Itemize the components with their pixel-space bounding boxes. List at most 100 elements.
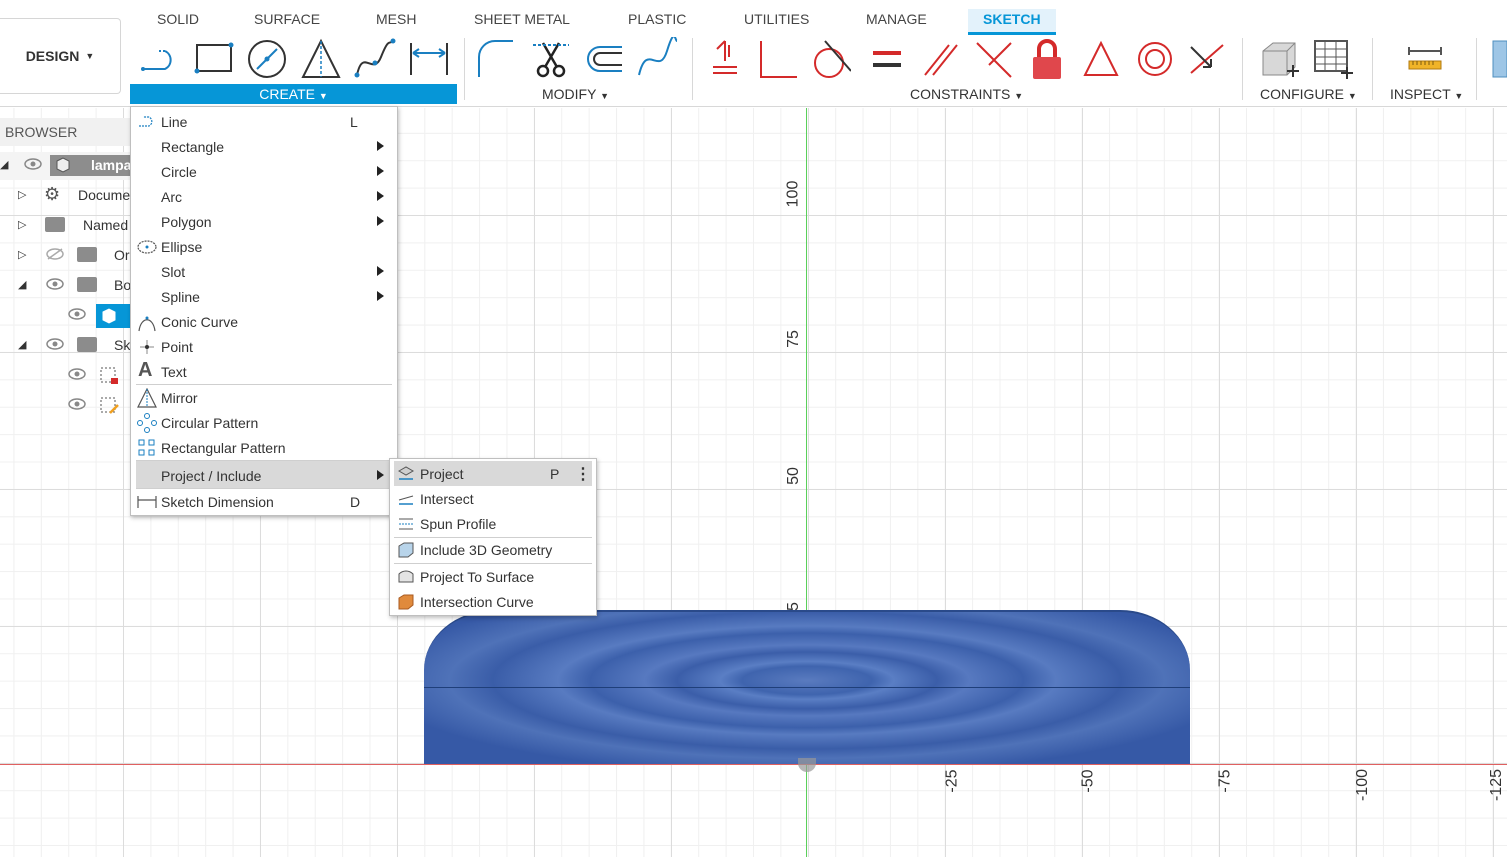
menu-item-spun-profile[interactable]: Spun Profile: [390, 511, 596, 536]
fillet-tool-icon[interactable]: [472, 36, 518, 82]
browser-row-sketch-2[interactable]: [0, 392, 131, 420]
concentric-constraint-icon[interactable]: [1132, 36, 1178, 82]
menu-item-arc[interactable]: Arc: [131, 184, 397, 209]
constraints-label: CONSTRAINTS: [910, 86, 1011, 102]
configure-group-button[interactable]: CONFIGURE ▼: [1260, 86, 1357, 102]
inspect-group-button[interactable]: INSPECT ▼: [1390, 86, 1463, 102]
circle-tool-icon[interactable]: [244, 36, 290, 82]
toolbar-divider: [1476, 38, 1477, 100]
parallel-constraint-icon[interactable]: [918, 36, 964, 82]
fix-constraint-icon[interactable]: [1024, 36, 1070, 82]
menu-item-circle[interactable]: Circle: [131, 159, 397, 184]
sketch-line[interactable]: [424, 687, 1190, 688]
modify-group-button[interactable]: MODIFY ▼: [542, 86, 609, 102]
tab-plastic[interactable]: PLASTIC: [628, 11, 686, 27]
triangle-constraint-icon[interactable]: [1078, 36, 1124, 82]
fusion-app: DESIGN ▼ SOLID SURFACE MESH SHEET METAL …: [0, 0, 1507, 857]
eye-hidden-icon[interactable]: [46, 248, 64, 260]
point-icon: [140, 340, 154, 354]
tangent-constraint-icon[interactable]: [806, 36, 852, 82]
eye-icon[interactable]: [46, 338, 64, 350]
create-group-button[interactable]: CREATE ▼: [130, 84, 457, 104]
intersection-curve-icon: [398, 594, 414, 610]
tab-solid[interactable]: SOLID: [157, 11, 199, 27]
tab-surface[interactable]: SURFACE: [254, 11, 320, 27]
shortcut-label: P: [550, 466, 560, 482]
folder-icon: [77, 337, 97, 352]
submenu-arrow-icon: [377, 470, 384, 480]
tab-mesh[interactable]: MESH: [376, 11, 416, 27]
expand-arrow-icon[interactable]: ▷: [18, 218, 26, 231]
eye-icon[interactable]: [46, 278, 64, 290]
browser-row-origin[interactable]: ▷ Or: [0, 242, 131, 270]
symmetry-constraint-icon[interactable]: [1184, 36, 1230, 82]
menu-item-project-to-surface[interactable]: Project To Surface: [390, 564, 596, 589]
browser-row-sketch-1[interactable]: [0, 362, 131, 390]
change-parameters-icon[interactable]: [1256, 36, 1302, 82]
rectangle-tool-icon[interactable]: [192, 36, 238, 82]
menu-item-text[interactable]: A Text: [131, 359, 397, 384]
offset-tool-icon[interactable]: [580, 36, 626, 82]
browser-row-bodies[interactable]: ◢ Bo: [0, 272, 131, 300]
menu-item-spline[interactable]: Spline: [131, 284, 397, 309]
tab-utilities[interactable]: UTILITIES: [744, 11, 809, 27]
insert-tool-icon[interactable]: [1486, 36, 1507, 82]
browser-row-sketches[interactable]: ◢ Sk: [0, 332, 131, 360]
origin-icon[interactable]: [798, 758, 816, 772]
shortcut-label: D: [350, 494, 361, 510]
eye-icon[interactable]: [68, 398, 86, 410]
submenu-arrow-icon: [377, 216, 384, 226]
dimension-tool-icon[interactable]: [406, 36, 452, 82]
eye-icon[interactable]: [24, 158, 42, 170]
menu-item-project[interactable]: Project P ⋮: [394, 461, 592, 486]
menu-item-intersect[interactable]: Intersect: [390, 486, 596, 511]
midpoint-constraint-icon[interactable]: [970, 36, 1016, 82]
trim-tool-icon[interactable]: [528, 36, 574, 82]
curve-tool-icon[interactable]: [634, 36, 680, 82]
menu-item-include-3d-geometry[interactable]: Include 3D Geometry: [390, 537, 596, 562]
conic-curve-icon: [138, 316, 156, 332]
menu-item-slot[interactable]: Slot: [131, 259, 397, 284]
menu-item-sketch-dimension[interactable]: Sketch Dimension D: [131, 489, 397, 514]
menu-item-rectangular-pattern[interactable]: Rectangular Pattern: [131, 435, 397, 460]
toolbar-divider: [692, 38, 693, 100]
spline-tool-icon[interactable]: [352, 36, 398, 82]
menu-item-intersection-curve[interactable]: Intersection Curve: [390, 589, 596, 614]
menu-item-point[interactable]: Point: [131, 334, 397, 359]
tab-sketch[interactable]: SKETCH: [968, 9, 1056, 35]
expand-arrow-icon[interactable]: ◢: [0, 158, 8, 171]
configure-table-icon[interactable]: [1310, 36, 1356, 82]
constraints-group-button[interactable]: CONSTRAINTS ▼: [910, 86, 1023, 102]
menu-item-line[interactable]: Line L: [131, 109, 397, 134]
expand-arrow-icon[interactable]: ▷: [18, 188, 26, 201]
measure-tool-icon[interactable]: [1402, 36, 1448, 82]
browser-row-document-settings[interactable]: ▷ ⚙ Docume: [0, 182, 131, 210]
menu-item-circular-pattern[interactable]: Circular Pattern: [131, 410, 397, 435]
workspace-switcher[interactable]: DESIGN ▼: [0, 18, 121, 94]
polygon-tool-icon[interactable]: [298, 36, 344, 82]
menu-item-project-include[interactable]: Project / Include: [136, 461, 392, 488]
coincident-constraint-icon[interactable]: [702, 36, 748, 82]
browser-row-root[interactable]: ◢ lampa: [0, 152, 131, 180]
tab-sheet-metal[interactable]: SHEET METAL: [474, 11, 570, 27]
menu-item-rectangle[interactable]: Rectangle: [131, 134, 397, 159]
expand-arrow-icon[interactable]: ▷: [18, 248, 26, 261]
perpendicular-constraint-icon[interactable]: [754, 36, 800, 82]
tab-manage[interactable]: MANAGE: [866, 11, 927, 27]
eye-icon[interactable]: [68, 368, 86, 380]
menu-item-label: Line: [161, 114, 188, 130]
submenu-arrow-icon: [377, 141, 384, 151]
eye-icon[interactable]: [68, 308, 86, 320]
menu-item-label: Project / Include: [161, 468, 262, 484]
equal-constraint-icon[interactable]: [864, 36, 910, 82]
expand-arrow-icon[interactable]: ◢: [18, 278, 26, 291]
browser-row-named-views[interactable]: ▷ Named: [0, 212, 131, 240]
expand-arrow-icon[interactable]: ◢: [18, 338, 26, 351]
menu-item-polygon[interactable]: Polygon: [131, 209, 397, 234]
menu-item-conic-curve[interactable]: Conic Curve: [131, 309, 397, 334]
menu-item-ellipse[interactable]: Ellipse: [131, 234, 397, 259]
more-options-icon[interactable]: ⋮: [575, 464, 591, 484]
browser-row-body[interactable]: [0, 302, 131, 330]
menu-item-mirror[interactable]: Mirror: [131, 385, 397, 410]
line-tool-icon[interactable]: [138, 36, 184, 82]
